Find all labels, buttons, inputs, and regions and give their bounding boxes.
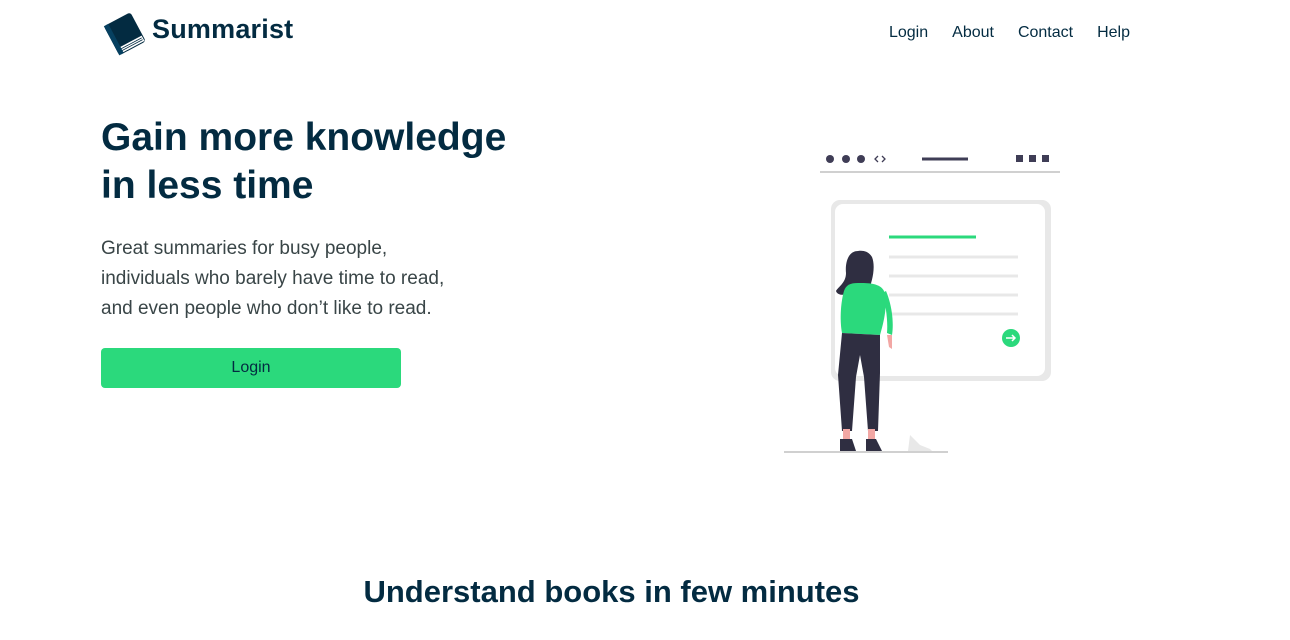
- hero-title-line: Gain more knowledge: [101, 116, 507, 159]
- book-icon: [103, 13, 145, 56]
- hero-subtitle-line: Great summaries for busy people,: [101, 238, 388, 259]
- hero-subtitle-line: individuals who barely have time to read…: [101, 268, 445, 289]
- nav-login-link[interactable]: Login: [889, 24, 928, 42]
- woman-reading-screen-illustration: [784, 155, 1060, 453]
- hero-title: Gain more knowledge in less time: [101, 114, 561, 210]
- nav-links: Login About Contact Help: [889, 24, 1130, 42]
- nav-help-link[interactable]: Help: [1097, 24, 1130, 42]
- hero-login-button[interactable]: Login: [101, 348, 401, 388]
- features-section-title: Understand books in few minutes: [363, 574, 860, 609]
- hero-subtitle: Great summaries for busy people, individ…: [101, 234, 501, 324]
- top-nav: Summarist Login About Contact Help: [100, 8, 1130, 58]
- landing-page: Summarist Login About Contact Help Gain …: [0, 0, 1290, 640]
- nav-contact-link[interactable]: Contact: [1018, 24, 1073, 42]
- hero-title-line: in less time: [101, 164, 314, 207]
- brand-name: Summarist: [152, 13, 294, 44]
- brand-logo[interactable]: Summarist: [100, 8, 293, 56]
- hero-subtitle-line: and even people who don’t like to read.: [101, 298, 432, 319]
- nav-about-link[interactable]: About: [952, 24, 994, 42]
